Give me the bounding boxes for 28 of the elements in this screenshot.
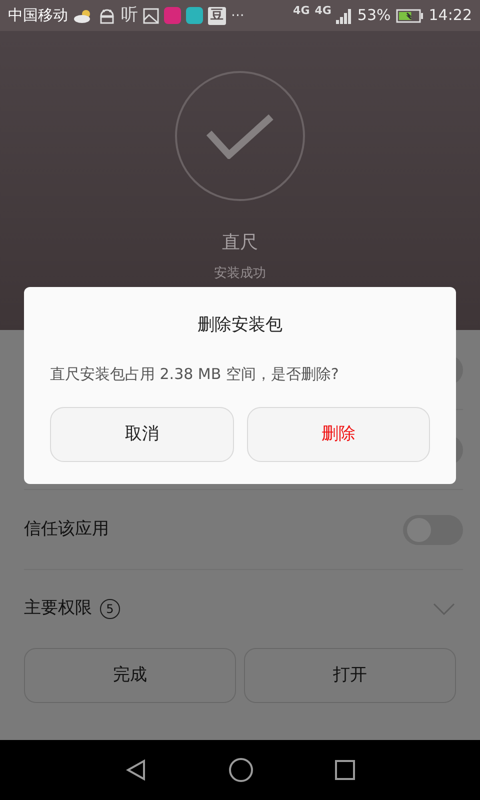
count-badge: 5 xyxy=(100,599,120,619)
signal-icon xyxy=(336,8,352,24)
setting-label: 信任该应用 xyxy=(24,518,109,541)
dialog-message: 直尺安装包占用 2.38 MB 空间，是否删除? xyxy=(50,364,340,384)
more-notifications: ··· xyxy=(231,8,244,22)
notification-glyph: 豆 xyxy=(208,6,226,24)
home-icon[interactable] xyxy=(228,757,254,783)
check-icon xyxy=(205,113,275,159)
app-name: 直尺 xyxy=(222,231,258,255)
android-icon xyxy=(98,8,116,24)
footer-button[interactable]: 打开 xyxy=(244,648,456,703)
footer-button[interactable]: 完成 xyxy=(24,648,236,703)
network-type: 4G xyxy=(314,5,332,16)
battery-percent: 53% xyxy=(357,5,391,26)
back-icon[interactable] xyxy=(124,758,148,782)
dialog-title: 删除安装包 xyxy=(198,314,282,337)
cloud-sun-icon xyxy=(73,8,93,24)
dialog-button[interactable]: 取消 xyxy=(50,407,234,462)
setting-label: 主要权限 xyxy=(24,597,92,620)
notification-glyph: 听 xyxy=(121,7,138,24)
install-status: 安装成功 xyxy=(214,265,266,283)
clock: 14:22 xyxy=(428,5,472,26)
battery-icon xyxy=(396,8,424,22)
network-type: 4G xyxy=(293,5,310,16)
recents-icon[interactable] xyxy=(334,759,356,781)
carrier-name: 中国移动 xyxy=(8,5,68,26)
dialog-button[interactable]: 删除 xyxy=(246,407,430,462)
image-icon xyxy=(143,8,159,24)
